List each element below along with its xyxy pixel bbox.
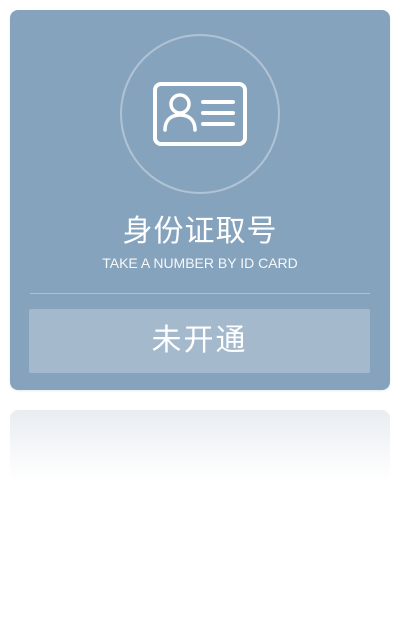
page: 身份证取号 TAKE A NUMBER BY ID CARD 未开通 [0, 0, 400, 636]
card-title: 身份证取号 [122, 214, 278, 249]
icon-circle [120, 34, 280, 194]
card-reflection [10, 410, 390, 480]
id-card-icon [153, 82, 247, 146]
card-subtitle: TAKE A NUMBER BY ID CARD [102, 255, 298, 271]
id-card-ticket-card[interactable]: 身份证取号 TAKE A NUMBER BY ID CARD 未开通 [10, 10, 390, 390]
not-activated-button[interactable]: 未开通 [29, 309, 370, 373]
divider [30, 293, 370, 294]
